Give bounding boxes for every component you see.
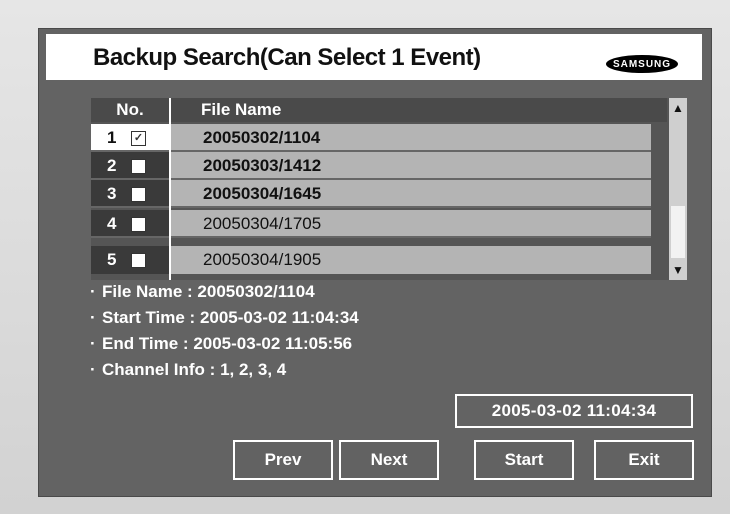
next-button[interactable]: Next (339, 440, 439, 480)
info-channel-value: 1, 2, 3, 4 (220, 360, 287, 379)
table-row[interactable]: 4 20050304/1705 (91, 210, 651, 238)
row-no-cell: 1 ✓ (91, 124, 169, 152)
row-divider (91, 206, 651, 208)
info-channel: · Channel Info : 1, 2, 3, 4 (90, 360, 287, 379)
prev-button[interactable]: Prev (233, 440, 333, 480)
row-number: 4 (107, 214, 117, 233)
monitor-bezel: Backup Search(Can Select 1 Event) SAMSUN… (0, 0, 730, 514)
start-button[interactable]: Start (474, 440, 574, 480)
samsung-logo: SAMSUNG (606, 55, 678, 73)
title-bar: Backup Search(Can Select 1 Event) SAMSUN… (46, 34, 702, 80)
info-file-name-label: File Name (102, 282, 183, 301)
info-end-time: · End Time : 2005-03-02 11:05:56 (90, 334, 353, 353)
column-header-file-name: File Name (201, 100, 282, 119)
table-row[interactable]: 1 ✓ 20050302/1104 (91, 124, 651, 152)
info-end-time-value: 2005-03-02 11:05:56 (193, 334, 353, 353)
row-file-name: 20050304/1645 (203, 184, 322, 203)
scrollbar[interactable]: ▲ ▼ (669, 98, 687, 280)
info-end-time-label: End Time (102, 334, 179, 353)
row-file-name: 20050304/1705 (203, 214, 322, 233)
row-file-name: 20050303/1412 (203, 156, 322, 175)
triangle-down-icon[interactable]: ▼ (669, 260, 687, 280)
scroll-thumb[interactable] (671, 206, 685, 258)
row-number: 2 (107, 156, 117, 175)
bullet-icon: · (90, 282, 96, 301)
row-number: 3 (107, 184, 117, 203)
checkbox[interactable] (131, 187, 146, 202)
info-file-name-value: 20050302/1104 (197, 282, 315, 301)
list-header: No. File Name (91, 98, 667, 122)
row-no-cell: 2 (91, 152, 169, 180)
bullet-icon: · (90, 308, 96, 327)
check-icon: ✓ (133, 132, 144, 144)
row-no-cell: 3 (91, 180, 169, 208)
column-separator (169, 98, 171, 280)
row-number: 1 (107, 128, 117, 147)
triangle-up-icon[interactable]: ▲ (669, 98, 687, 118)
info-start-time-value: 2005-03-02 11:04:34 (199, 308, 359, 327)
info-file-name: · File Name : 20050302/1104 (90, 282, 315, 301)
table-row[interactable]: 2 20050303/1412 (91, 152, 651, 180)
info-start-time: · Start Time : 2005-03-02 11:04:34 (90, 308, 359, 327)
row-divider (91, 236, 651, 238)
table-row[interactable]: 3 20050304/1645 (91, 180, 651, 208)
page-title: Backup Search(Can Select 1 Event) (93, 44, 481, 71)
datetime-stamp: 2005-03-02 11:04:34 (455, 394, 693, 428)
table-row[interactable]: 5 20050304/1905 (91, 246, 651, 274)
checkbox[interactable] (131, 217, 146, 232)
row-file-name: 20050304/1905 (203, 250, 322, 269)
row-no-cell: 5 (91, 246, 169, 274)
checkbox[interactable]: ✓ (131, 131, 146, 146)
screen: Backup Search(Can Select 1 Event) SAMSUN… (38, 28, 712, 497)
row-number: 5 (107, 250, 117, 269)
info-start-time-label: Start Time (102, 308, 185, 327)
checkbox[interactable] (131, 159, 146, 174)
row-no-cell: 4 (91, 210, 169, 238)
bullet-icon: · (90, 334, 96, 353)
event-info: · File Name : 20050302/1104 · Start Time :… (90, 282, 359, 386)
column-header-no: No. (116, 100, 144, 119)
checkbox[interactable] (131, 253, 146, 268)
bullet-icon: · (90, 360, 96, 379)
row-file-name: 20050302/1104 (203, 128, 321, 147)
exit-button[interactable]: Exit (594, 440, 694, 480)
file-list: No. File Name 1 ✓ 20050302/1104 2 200503… (91, 98, 687, 280)
info-channel-label: Channel Info (102, 360, 205, 379)
